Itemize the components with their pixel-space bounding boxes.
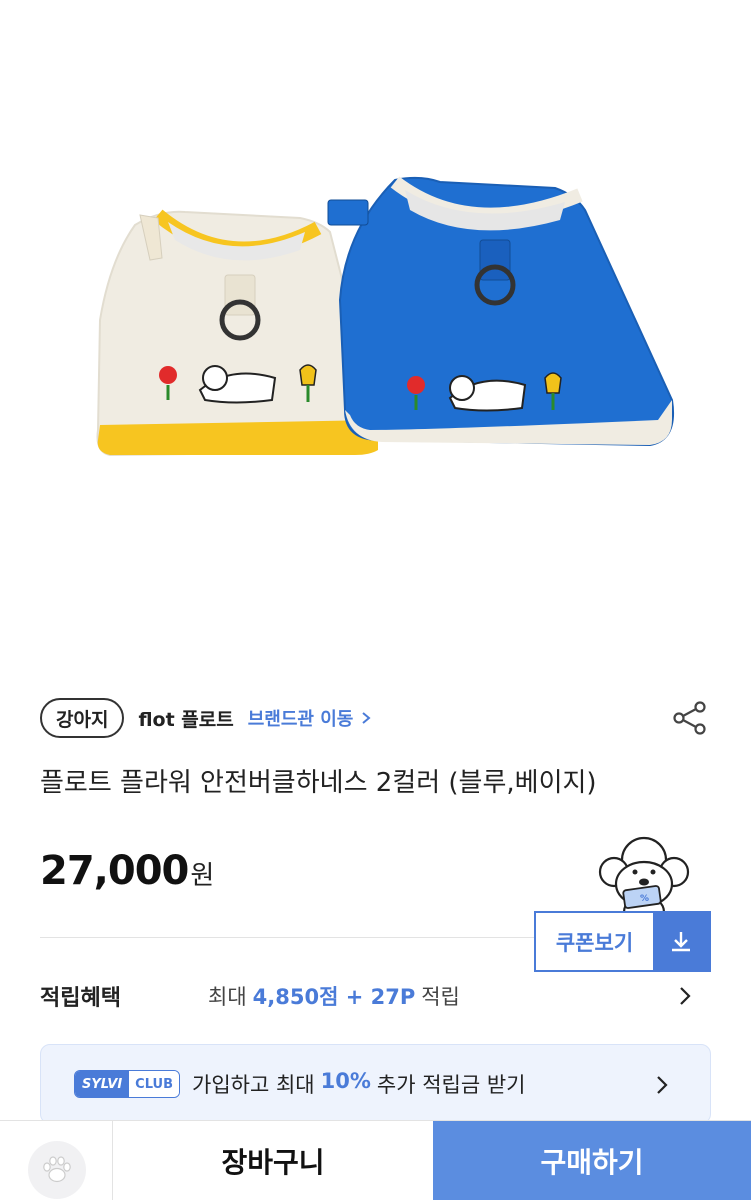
coupon-download[interactable] <box>653 913 709 970</box>
blue-harness <box>327 176 674 447</box>
paw-icon-wrap <box>28 1141 86 1199</box>
cart-button[interactable]: 장바구니 <box>113 1121 433 1200</box>
buy-button[interactable]: 구매하기 <box>433 1121 751 1200</box>
club-percent: 10% <box>320 1069 371 1093</box>
club-banner[interactable]: SYLVI CLUB 가입하고 최대 10% 추가 적립금 받기 <box>40 1044 711 1124</box>
brand-row: 강아지 flot 플로트 브랜드관 이동 <box>40 698 371 738</box>
svg-text:%: % <box>640 894 649 904</box>
points-label: 적립혜택 <box>40 986 121 1011</box>
points-amount: 4,850점 + 27P <box>252 985 416 1009</box>
points-prefix: 최대 <box>208 985 247 1009</box>
coupon-button[interactable]: 쿠폰보기 <box>534 911 711 972</box>
points-row[interactable]: 적립혜택 최대 4,850점 + 27P 적립 <box>40 976 711 1016</box>
chevron-right-icon <box>657 1076 668 1094</box>
product-title: 플로트 플라워 안전버클하네스 2컬러 (블루,베이지) <box>40 768 597 798</box>
download-icon <box>672 931 690 951</box>
bottom-action-bar: 장바구니 구매하기 <box>0 1120 751 1200</box>
club-badge-sylvi: SYLVI <box>75 1071 130 1097</box>
coupon-label: 쿠폰보기 <box>555 930 634 955</box>
wish-button[interactable] <box>0 1121 113 1200</box>
club-badge-club: CLUB <box>129 1071 179 1097</box>
category-chip[interactable]: 강아지 <box>40 698 125 738</box>
club-text-post: 추가 적립금 받기 <box>376 1073 526 1097</box>
harness-illustration <box>96 176 674 457</box>
divider <box>40 937 534 938</box>
chevron-right-icon <box>362 712 371 724</box>
beige-harness <box>96 209 380 457</box>
brand-name[interactable]: flot 플로트 <box>138 705 233 732</box>
product-image <box>0 0 751 670</box>
price-unit: 원 <box>190 861 215 891</box>
chevron-right-icon <box>680 987 691 1005</box>
club-text-pre: 가입하고 최대 <box>192 1073 315 1097</box>
brand-link-label: 브랜드관 이동 <box>247 709 354 730</box>
price: 27,000 원 <box>40 848 214 894</box>
paw-icon <box>43 1156 71 1183</box>
club-text: 가입하고 최대 10% 추가 적립금 받기 <box>192 1069 525 1099</box>
share-icon[interactable] <box>671 699 709 737</box>
price-value: 27,000 <box>40 848 189 894</box>
brand-link[interactable]: 브랜드관 이동 <box>248 705 372 731</box>
club-badge: SYLVI CLUB <box>74 1070 180 1098</box>
points-suffix: 적립 <box>421 985 460 1009</box>
points-value: 최대 4,850점 + 27P 적립 <box>208 981 460 1011</box>
